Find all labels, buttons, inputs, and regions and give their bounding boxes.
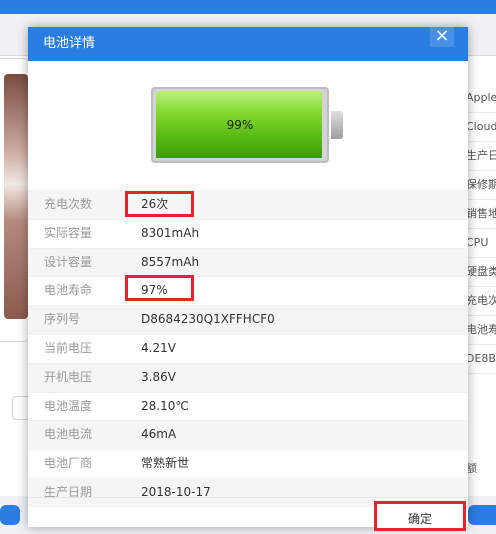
row-label: 设计容量 (44, 254, 93, 269)
row-label: 电池电流 (44, 427, 93, 442)
info-row: 电池电流 46mA (28, 420, 468, 450)
bg-label: 硬盘类 (466, 258, 496, 287)
battery-details-dialog: 电池详情 × 99% 充电次数 26次 实际容量 8301mAh 设计容量 8557m… (28, 27, 468, 531)
info-row: 开机电压 3.86V (28, 362, 468, 392)
bg-label: 保修期 (466, 171, 496, 200)
bg-label: 生产日 (466, 142, 496, 171)
row-label: 当前电压 (44, 340, 93, 355)
bg-label: Apple (466, 84, 496, 113)
bg-label: CPU (466, 229, 496, 258)
battery-terminal (331, 111, 343, 139)
close-button[interactable]: × (430, 27, 454, 47)
info-row: 充电次数 26次 (28, 190, 468, 219)
device-wallpaper-image (4, 74, 28, 319)
row-value: 3.86V (141, 369, 176, 384)
row-value: 4.21V (141, 340, 176, 355)
row-label: 序列号 (44, 312, 81, 327)
battery-percent: 99% (226, 118, 254, 132)
confirm-button[interactable]: 确定 (374, 501, 466, 531)
row-value: 8557mAh (141, 254, 200, 269)
bg-label: 电池寿 (466, 316, 496, 345)
dialog-header: 电池详情 × (28, 27, 468, 61)
bg-label: DE8B (466, 345, 496, 374)
dialog-title: 电池详情 (43, 36, 96, 51)
row-value: 28.10℃ (141, 398, 189, 413)
app-icon-right[interactable] (468, 505, 496, 525)
row-value: 46mA (141, 427, 177, 442)
row-label: 电池厂商 (44, 456, 93, 471)
close-icon: × (434, 25, 450, 46)
bg-label: 充电次 (466, 287, 496, 316)
row-label: 电池温度 (44, 398, 93, 413)
battery-icon: 99% (151, 87, 343, 163)
bg-label: 销售地 (466, 200, 496, 229)
info-row: 电池厂商 常熟新世 (28, 449, 468, 478)
dialog-footer: 确定 (28, 497, 468, 531)
info-row: 序列号 D8684230Q1XFFHCF0 (28, 305, 468, 334)
row-label: 实际容量 (44, 225, 93, 240)
info-row: 当前电压 4.21V (28, 333, 468, 363)
row-value: 97% (141, 283, 168, 298)
background-info-labels: Apple Cloud 生产日 保修期 销售地 CPU 硬盘类 充电次 电池寿 … (466, 84, 496, 374)
row-value: D8684230Q1XFFHCF0 (141, 312, 275, 327)
app-icon[interactable] (0, 505, 20, 525)
row-label: 充电次数 (44, 197, 93, 211)
app-topbar (0, 0, 496, 14)
row-label: 开机电压 (44, 369, 93, 384)
battery-info-table: 充电次数 26次 实际容量 8301mAh 设计容量 8557mAh 电池寿命 97% … (28, 190, 468, 507)
bg-label: Cloud (466, 113, 496, 142)
row-value: 常熟新世 (141, 456, 190, 471)
row-value: 26次 (141, 197, 169, 211)
info-row: 电池温度 28.10℃ (28, 391, 468, 421)
row-value: 8301mAh (141, 225, 200, 240)
info-row: 设计容量 8557mAh (28, 247, 468, 277)
row-label: 电池寿命 (44, 283, 93, 298)
info-row: 电池寿命 97% (28, 276, 468, 305)
info-row: 实际容量 8301mAh (28, 218, 468, 248)
